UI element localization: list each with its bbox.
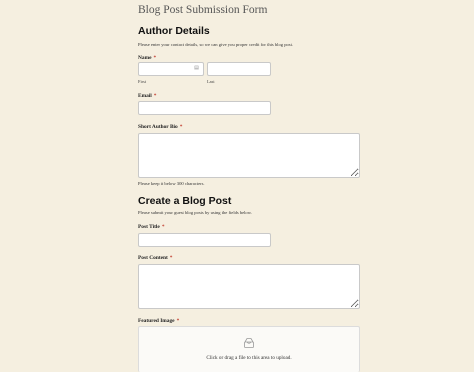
upload-instructions: Click or drag a file to this area to upl…: [206, 355, 292, 361]
last-name-input[interactable]: [207, 62, 271, 76]
page-title: Blog Post Submission Form: [138, 4, 268, 16]
required-mark: *: [176, 318, 180, 324]
required-mark: *: [161, 224, 165, 230]
bio-label-text: Short Author Bio: [138, 124, 178, 130]
post-title-input[interactable]: [138, 233, 271, 247]
author-details-description: Please enter your contact details, so we…: [138, 42, 293, 47]
first-name-sublabel: First: [138, 79, 147, 84]
author-bio-textarea[interactable]: [138, 133, 360, 178]
required-mark: *: [169, 255, 173, 261]
contact-card-icon: ▤: [194, 66, 199, 71]
post-content-label: Post Content *: [138, 255, 173, 261]
featured-image-label: Featured Image *: [138, 318, 179, 324]
post-title-label: Post Title *: [138, 224, 165, 230]
post-content-textarea[interactable]: [138, 264, 360, 309]
email-label: Email *: [138, 93, 156, 99]
last-name-sublabel: Last: [207, 79, 215, 84]
create-post-heading: Create a Blog Post: [138, 195, 232, 207]
name-label-text: Name: [138, 55, 152, 61]
required-mark: *: [153, 93, 157, 99]
upload-icon: [244, 338, 254, 348]
required-mark: *: [153, 55, 157, 61]
create-post-description: Please submit your guest blog posts by u…: [138, 210, 252, 215]
featured-image-label-text: Featured Image: [138, 318, 175, 324]
post-title-label-text: Post Title: [138, 224, 160, 230]
bio-help-text: Please keep it below 300 characters.: [138, 181, 205, 186]
name-label: Name *: [138, 55, 156, 61]
file-upload-dropzone[interactable]: Click or drag a file to this area to upl…: [138, 326, 360, 372]
post-content-label-text: Post Content: [138, 255, 168, 261]
required-mark: *: [179, 124, 183, 130]
bio-label: Short Author Bio *: [138, 124, 182, 130]
email-label-text: Email: [138, 93, 152, 99]
author-details-heading: Author Details: [138, 25, 210, 37]
email-input[interactable]: [138, 101, 271, 115]
